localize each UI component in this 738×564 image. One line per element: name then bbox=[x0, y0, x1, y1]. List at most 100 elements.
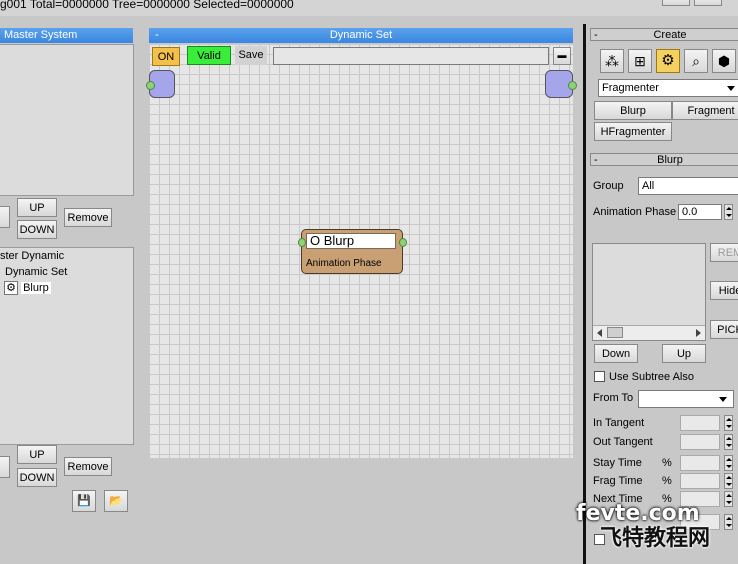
remove-object-button: REM bbox=[710, 243, 738, 262]
in-tangent-spinner[interactable] bbox=[724, 415, 733, 431]
pick-button[interactable]: PICK bbox=[710, 320, 738, 339]
use-subtree-label: Use Subtree Also bbox=[609, 371, 694, 383]
create-title: Create bbox=[653, 29, 687, 41]
master-system-title: Master System bbox=[4, 29, 78, 41]
master-remove-button[interactable]: Remove bbox=[64, 208, 112, 227]
blurp-node-subtitle: Animation Phase bbox=[306, 258, 382, 269]
left-panel: Master System UP DOWN Remove ster Dynami… bbox=[0, 16, 142, 564]
blurp-rollout-header[interactable]: - Blurp bbox=[590, 153, 738, 166]
blurp-create-button[interactable]: Blurp bbox=[594, 101, 672, 120]
window-button-2[interactable] bbox=[694, 0, 722, 6]
save-selection-icon[interactable]: 💾 bbox=[72, 490, 96, 512]
command-panel: - Create ⁂ ⊞ ⚙ ⌕ ⬢ Fragmenter Blurp Frag… bbox=[583, 24, 738, 564]
chevron-down-icon bbox=[727, 86, 735, 91]
fragment-create-button[interactable]: Fragment bbox=[672, 101, 738, 120]
group-label: Group bbox=[593, 180, 624, 192]
dynamic-set-name-field[interactable] bbox=[273, 47, 549, 65]
from-to-dropdown[interactable] bbox=[638, 390, 734, 408]
hfragmenter-create-button[interactable]: HFragmenter bbox=[594, 122, 672, 141]
tree-left-button[interactable] bbox=[0, 456, 10, 478]
in-tangent-field[interactable] bbox=[680, 415, 720, 431]
input-port-connector[interactable] bbox=[146, 81, 155, 90]
dynamic-set-titlebar: - Dynamic Set bbox=[149, 28, 573, 43]
next-time-label: Next Time bbox=[593, 493, 643, 505]
master-system-list[interactable] bbox=[0, 44, 134, 196]
tree-item-master-dynamic[interactable]: ster Dynamic bbox=[0, 250, 64, 262]
on-button[interactable]: ON bbox=[152, 47, 180, 66]
animation-phase-value: 0.0 bbox=[682, 206, 698, 218]
out-tangent-label: Out Tangent bbox=[593, 436, 653, 448]
next-time-field[interactable] bbox=[680, 491, 720, 507]
scroll-left-arrow[interactable] bbox=[597, 329, 602, 337]
tree-down-button[interactable]: DOWN bbox=[17, 468, 57, 487]
blurp-node-input-connector[interactable] bbox=[298, 238, 306, 247]
master-system-titlebar: Master System bbox=[0, 28, 133, 43]
save-button[interactable]: Save bbox=[235, 46, 267, 65]
output-port-connector[interactable] bbox=[568, 81, 577, 90]
blurp-node-title: O Blurp bbox=[310, 233, 355, 248]
minimize-button[interactable]: ▬ bbox=[553, 47, 571, 65]
group-dropdown-value: All bbox=[642, 180, 655, 192]
list-scrollbar[interactable] bbox=[593, 325, 705, 340]
animation-phase-field[interactable]: 0.0 bbox=[678, 204, 722, 220]
blurp-title: Blurp bbox=[657, 154, 683, 166]
stay-time-label: Stay Time bbox=[593, 457, 642, 469]
stay-time-percent: % bbox=[662, 457, 672, 469]
frag-time-field[interactable] bbox=[680, 473, 720, 489]
status-bar: g001 Total=0000000 Tree=0000000 Selected… bbox=[0, 0, 738, 16]
tree-remove-button[interactable]: Remove bbox=[64, 457, 112, 476]
window-button-1[interactable] bbox=[662, 0, 690, 6]
master-left-button[interactable] bbox=[0, 206, 10, 228]
grid-add-icon[interactable]: ⊞ bbox=[628, 49, 652, 73]
animation-phase-spinner[interactable] bbox=[724, 204, 733, 220]
dynamic-set-collapse[interactable]: - bbox=[155, 28, 159, 43]
create-collapse: - bbox=[594, 29, 598, 41]
out-tangent-field[interactable] bbox=[680, 434, 720, 450]
blurp-object-list[interactable] bbox=[592, 243, 706, 341]
extra-field[interactable] bbox=[680, 514, 720, 530]
status-text: g001 Total=0000000 Tree=0000000 Selected… bbox=[0, 0, 294, 11]
particles-icon[interactable]: ⁂ bbox=[600, 49, 624, 73]
blurp-node-title-field[interactable]: O Blurp bbox=[306, 233, 396, 249]
cube-icon[interactable]: ⬢ bbox=[712, 49, 736, 73]
master-up-button[interactable]: UP bbox=[17, 198, 57, 217]
input-port[interactable] bbox=[146, 70, 175, 98]
minimize-icon: ▬ bbox=[557, 50, 567, 60]
create-rollout-header[interactable]: - Create bbox=[590, 28, 738, 41]
stay-time-field[interactable] bbox=[680, 455, 720, 471]
blurp-node-output-connector[interactable] bbox=[399, 238, 407, 247]
tree-item-blurp[interactable]: ⚙ Blurp bbox=[4, 281, 51, 296]
gear-icon[interactable]: ⚙ bbox=[656, 49, 680, 73]
animation-phase-label: Animation Phase bbox=[593, 206, 677, 218]
next-time-spinner[interactable] bbox=[724, 491, 733, 507]
tree-item-dynamic-set[interactable]: Dynamic Set bbox=[5, 266, 67, 278]
list-down-button[interactable]: Down bbox=[594, 344, 638, 363]
frag-time-spinner[interactable] bbox=[724, 473, 733, 489]
tree-item-blurp-label: Blurp bbox=[21, 282, 51, 294]
from-to-label: From To bbox=[593, 392, 634, 404]
output-port[interactable] bbox=[545, 70, 577, 98]
hide-button[interactable]: Hide bbox=[710, 281, 738, 300]
use-subtree-checkbox[interactable] bbox=[594, 371, 605, 382]
tree-up-button[interactable]: UP bbox=[17, 445, 57, 464]
gear-icon: ⚙ bbox=[4, 281, 18, 295]
dynamic-set-panel: - Dynamic Set ON Valid Save ▬ O Blurp An… bbox=[146, 28, 577, 458]
valid-button[interactable]: Valid bbox=[187, 46, 231, 65]
bottom-checkbox[interactable] bbox=[594, 534, 605, 545]
extra-spinner[interactable] bbox=[724, 514, 733, 530]
stay-time-spinner[interactable] bbox=[724, 455, 733, 471]
frag-time-label: Frag Time bbox=[593, 475, 643, 487]
group-dropdown[interactable]: All bbox=[638, 177, 738, 195]
list-up-button[interactable]: Up bbox=[662, 344, 706, 363]
frag-time-percent: % bbox=[662, 475, 672, 487]
magnifier-icon[interactable]: ⌕ bbox=[684, 49, 708, 73]
type-dropdown[interactable]: Fragmenter bbox=[598, 79, 738, 97]
chevron-down-icon bbox=[719, 397, 727, 402]
load-selection-icon[interactable]: 📂 bbox=[104, 490, 128, 512]
tree-view[interactable]: ster Dynamic Dynamic Set ⚙ Blurp bbox=[0, 247, 134, 445]
scroll-right-arrow[interactable] bbox=[696, 329, 701, 337]
master-down-button[interactable]: DOWN bbox=[17, 220, 57, 239]
out-tangent-spinner[interactable] bbox=[724, 434, 733, 450]
blurp-node[interactable]: O Blurp Animation Phase bbox=[298, 229, 407, 274]
scroll-thumb[interactable] bbox=[607, 327, 623, 338]
